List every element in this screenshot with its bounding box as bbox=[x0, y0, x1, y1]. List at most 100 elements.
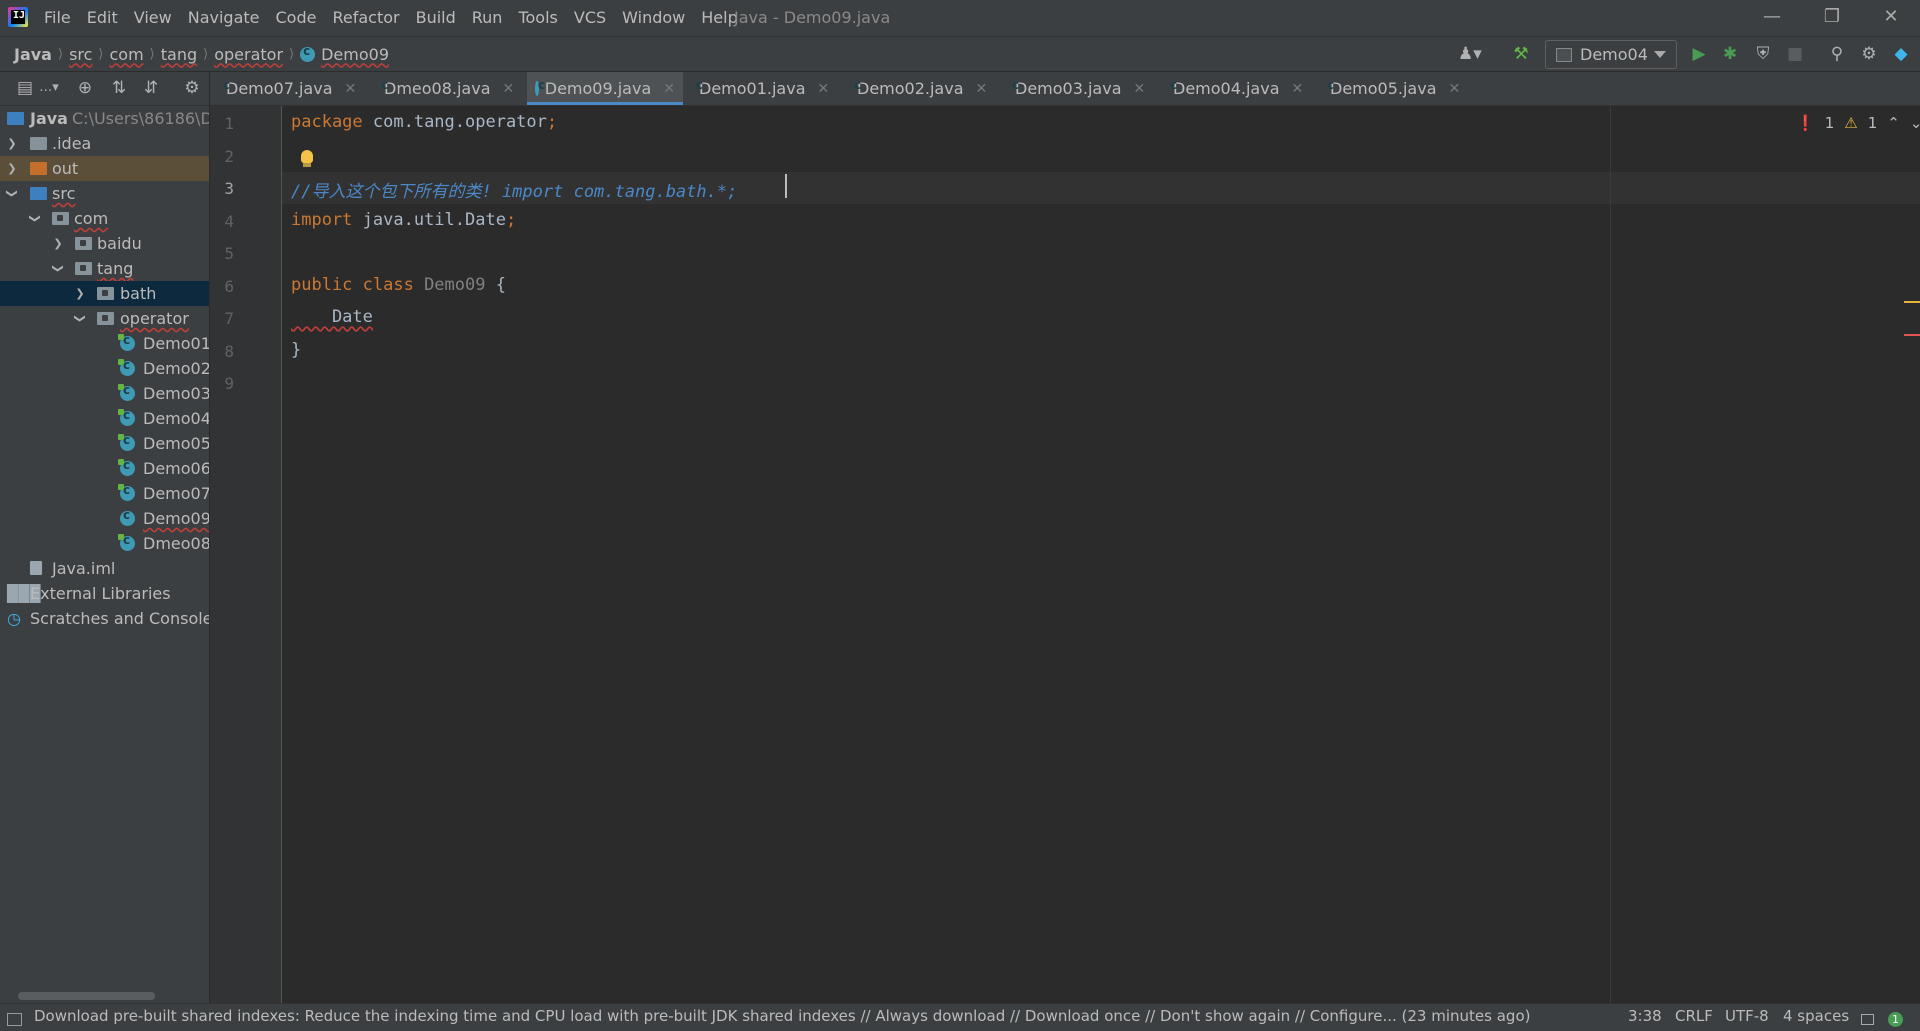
chevron-down-icon[interactable]: ❯ bbox=[46, 263, 71, 275]
menu-build[interactable]: Build bbox=[408, 0, 464, 36]
project-view-icon[interactable]: ▤ bbox=[14, 78, 36, 98]
tree-item-demo03[interactable]: Demo03 bbox=[0, 381, 209, 406]
close-icon[interactable]: ✕ bbox=[1134, 81, 1146, 97]
expand-all-icon[interactable]: ⇅ bbox=[108, 78, 130, 98]
error-stripe[interactable] bbox=[1904, 334, 1920, 336]
breadcrumb-src[interactable]: src bbox=[69, 45, 92, 64]
tree-item-java-iml[interactable]: Java.iml bbox=[0, 556, 209, 581]
breadcrumb-java[interactable]: Java bbox=[14, 45, 52, 64]
status-message[interactable]: Download pre-built shared indexes: Reduc… bbox=[34, 1007, 1530, 1025]
tab-dmeo08[interactable]: Dmeo08.java ✕ bbox=[370, 72, 522, 105]
chevron-right-icon[interactable]: ❯ bbox=[52, 231, 64, 256]
tab-demo05[interactable]: Demo05.java ✕ bbox=[1316, 72, 1468, 105]
tab-demo02[interactable]: Demo02.java ✕ bbox=[843, 72, 995, 105]
tree-item-demo06[interactable]: Demo06 bbox=[0, 456, 209, 481]
chevron-right-icon[interactable]: ❯ bbox=[6, 131, 18, 156]
tree-item-bath[interactable]: ❯ bath bbox=[0, 281, 209, 306]
close-icon[interactable]: ✕ bbox=[345, 81, 357, 97]
coverage-icon[interactable]: ⛨ bbox=[1752, 44, 1774, 64]
collapse-all-icon[interactable]: ⇵ bbox=[140, 78, 162, 98]
minimize-icon[interactable]: — bbox=[1743, 0, 1801, 36]
menu-edit[interactable]: Edit bbox=[79, 0, 126, 36]
close-icon[interactable]: ✕ bbox=[663, 81, 675, 97]
tree-item-com[interactable]: ❯ com bbox=[0, 206, 209, 231]
menu-code[interactable]: Code bbox=[268, 0, 325, 36]
run-configuration-select[interactable]: Demo04 bbox=[1545, 40, 1677, 69]
locate-icon[interactable]: ⊕ bbox=[74, 78, 96, 98]
chevron-right-icon[interactable]: ❯ bbox=[6, 156, 18, 181]
restore-icon[interactable]: ❐ bbox=[1803, 0, 1861, 36]
menu-refactor[interactable]: Refactor bbox=[324, 0, 407, 36]
tree-item-src[interactable]: ❯ src bbox=[0, 181, 209, 206]
chevron-up-icon[interactable]: ⌃ bbox=[1887, 114, 1900, 132]
breadcrumb-com[interactable]: com bbox=[110, 45, 144, 64]
code-line-8[interactable]: } bbox=[291, 340, 301, 360]
warning-stripe[interactable] bbox=[1904, 301, 1920, 303]
chevron-down-icon[interactable]: ❯ bbox=[0, 188, 25, 200]
breadcrumb-tang[interactable]: tang bbox=[161, 45, 197, 64]
search-icon[interactable]: ⚲ bbox=[1826, 44, 1848, 64]
close-icon[interactable]: ✕ bbox=[1449, 81, 1461, 97]
close-icon[interactable]: ✕ bbox=[503, 81, 515, 97]
tab-demo04[interactable]: Demo04.java ✕ bbox=[1159, 72, 1311, 105]
code-line-4[interactable]: import java.util.Date; bbox=[291, 210, 516, 230]
tree-item-demo01[interactable]: Demo01 bbox=[0, 331, 209, 356]
tab-demo07[interactable]: Demo07.java ✕ bbox=[212, 72, 364, 105]
code-line-1[interactable]: package com.tang.operator; bbox=[291, 112, 557, 132]
chevron-right-icon[interactable]: ❯ bbox=[74, 281, 86, 306]
menu-view[interactable]: View bbox=[126, 0, 180, 36]
close-icon[interactable]: ✕ bbox=[1292, 81, 1304, 97]
gear-icon[interactable]: ⚙ bbox=[181, 78, 203, 98]
close-icon[interactable]: ✕ bbox=[818, 81, 830, 97]
lock-icon[interactable] bbox=[1861, 1014, 1874, 1025]
tree-item-operator[interactable]: ❯ operator bbox=[0, 306, 209, 331]
tab-demo01[interactable]: Demo01.java ✕ bbox=[685, 72, 837, 105]
tree-item-tang[interactable]: ❯ tang bbox=[0, 256, 209, 281]
indent-setting[interactable]: 4 spaces bbox=[1783, 1007, 1849, 1025]
tree-item-root[interactable]: Java C:\Users\86186\De bbox=[0, 106, 209, 131]
toggle-tool-windows-icon[interactable] bbox=[7, 1013, 22, 1026]
stop-icon[interactable]: ■ bbox=[1784, 44, 1806, 64]
build-hammer-icon[interactable]: ⚒ bbox=[1510, 44, 1532, 64]
menu-vcs[interactable]: VCS bbox=[566, 0, 614, 36]
caret-position[interactable]: 3:38 bbox=[1628, 1007, 1662, 1025]
tab-demo03[interactable]: Demo03.java ✕ bbox=[1001, 72, 1153, 105]
menu-tools[interactable]: Tools bbox=[510, 0, 565, 36]
line-separator[interactable]: CRLF bbox=[1675, 1007, 1713, 1025]
menu-window[interactable]: Window bbox=[614, 0, 693, 36]
debug-icon[interactable]: ✱ bbox=[1719, 44, 1741, 64]
code-editor[interactable] bbox=[282, 106, 1610, 1003]
run-icon[interactable]: ▶ bbox=[1688, 44, 1710, 64]
more-options-icon[interactable]: …▾ bbox=[38, 78, 60, 98]
menu-run[interactable]: Run bbox=[464, 0, 511, 36]
inspection-widget[interactable]: ❗ 1 ⚠ 1 ⌃ ⌄ bbox=[1796, 114, 1920, 132]
tree-item-scratches[interactable]: ◷ Scratches and Consoles bbox=[0, 606, 209, 631]
close-icon[interactable]: ✕ bbox=[976, 81, 988, 97]
file-encoding[interactable]: UTF-8 bbox=[1725, 1007, 1769, 1025]
code-line-7[interactable]: Date bbox=[291, 307, 373, 327]
tree-item-idea[interactable]: ❯ .idea bbox=[0, 131, 209, 156]
tree-item-demo05[interactable]: Demo05 bbox=[0, 431, 209, 456]
breadcrumb-demo09[interactable]: Demo09 bbox=[321, 45, 389, 64]
lightbulb-icon[interactable] bbox=[301, 150, 313, 163]
jetbrains-space-icon[interactable]: ◆ bbox=[1890, 44, 1912, 64]
tree-item-demo09[interactable]: Demo09 bbox=[0, 506, 209, 531]
breadcrumb-operator[interactable]: operator bbox=[214, 45, 283, 64]
user-icon[interactable]: ♟▾ bbox=[1458, 44, 1482, 64]
event-log-badge[interactable]: 1 bbox=[1888, 1012, 1903, 1027]
settings-icon[interactable]: ⚙ bbox=[1858, 44, 1880, 64]
tree-item-demo07[interactable]: Demo07 bbox=[0, 481, 209, 506]
tab-demo09[interactable]: Demo09.java ✕ bbox=[527, 72, 683, 105]
project-horizontal-scrollbar[interactable] bbox=[18, 992, 155, 1000]
menu-navigate[interactable]: Navigate bbox=[180, 0, 268, 36]
close-window-icon[interactable]: ✕ bbox=[1862, 0, 1920, 36]
tree-item-out[interactable]: ❯ out bbox=[0, 156, 209, 181]
code-line-3[interactable]: //导入这个包下所有的类! import com.tang.bath.*; bbox=[291, 177, 737, 202]
tree-item-demo04[interactable]: Demo04 bbox=[0, 406, 209, 431]
chevron-down-icon[interactable]: ❯ bbox=[68, 313, 93, 325]
tree-item-external-libraries[interactable]: ▉▉▉ External Libraries bbox=[0, 581, 209, 606]
tree-item-demo02[interactable]: Demo02 bbox=[0, 356, 209, 381]
tree-item-baidu[interactable]: ❯ baidu bbox=[0, 231, 209, 256]
menu-file[interactable]: File bbox=[36, 0, 79, 36]
chevron-down-icon[interactable]: ❯ bbox=[23, 213, 48, 225]
